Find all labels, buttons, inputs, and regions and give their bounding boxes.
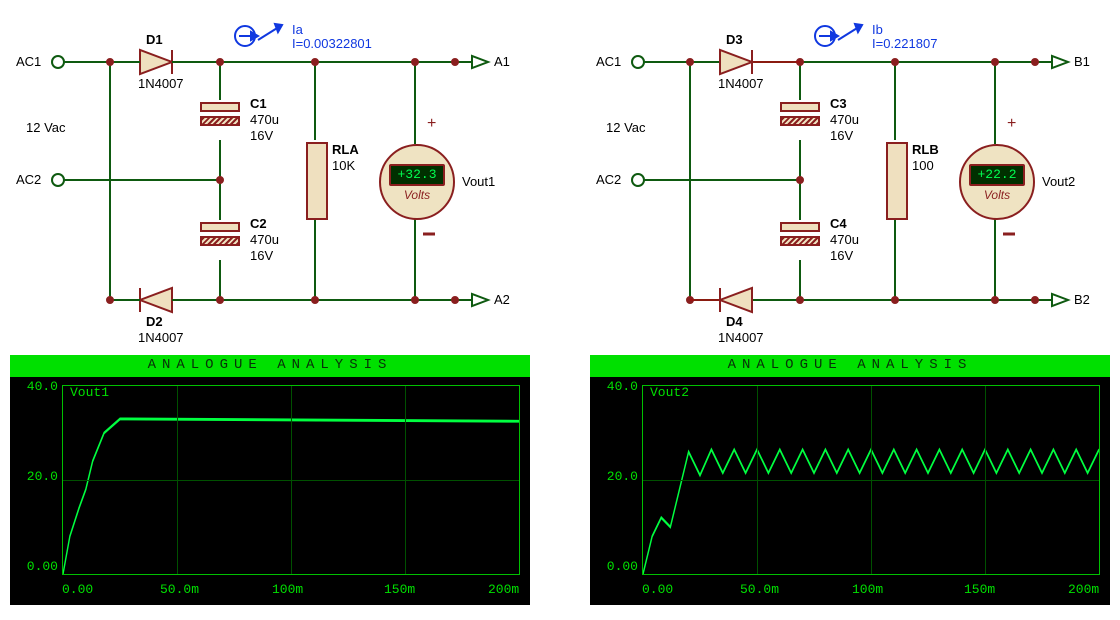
cap-c3 — [780, 102, 820, 126]
c1-val: 470u — [250, 112, 279, 127]
rlb-val: 100 — [912, 158, 934, 173]
voltmeter-b-unit: Volts — [961, 188, 1033, 202]
graph-vout2: ANALOGUE ANALYSIS Vout2 40.0 20.0 0.00 0… — [590, 355, 1110, 605]
graph-a-x2: 100m — [272, 582, 303, 597]
d3-ref: D3 — [726, 32, 743, 47]
graph-b-y0: 40.0 — [592, 379, 638, 394]
c2-val: 470u — [250, 232, 279, 247]
graph-vout1: ANALOGUE ANALYSIS Vout1 40.0 20.0 0.00 0… — [10, 355, 530, 605]
cap-c2 — [200, 222, 240, 246]
current-probe-icon — [235, 24, 282, 46]
d1-part: 1N4007 — [138, 76, 184, 91]
c2-ref: C2 — [250, 216, 267, 231]
graph-b-x1: 50.0m — [740, 582, 779, 597]
graph-b-y2: 0.00 — [592, 559, 638, 574]
voltmeter-a-unit: Volts — [381, 188, 453, 202]
graph-a-trace-label: Vout1 — [70, 385, 109, 400]
port-a2: A2 — [494, 292, 510, 307]
res-rla — [306, 142, 328, 220]
port-ac1-a: AC1 — [16, 54, 41, 69]
graph-a-plot — [62, 385, 520, 575]
port-b2: B2 — [1074, 292, 1090, 307]
diode-d1 — [125, 50, 190, 74]
c3-ref: C3 — [830, 96, 847, 111]
d1-ref: D1 — [146, 32, 163, 47]
res-rlb — [886, 142, 908, 220]
port-ac2-b: AC2 — [596, 172, 621, 187]
vsource-b: 12 Vac — [606, 120, 646, 135]
graph-b-x2: 100m — [852, 582, 883, 597]
port-a1: A1 — [494, 54, 510, 69]
graph-b-x4: 200m — [1068, 582, 1099, 597]
port-ac1-b: AC1 — [596, 54, 621, 69]
graph-b-title: ANALOGUE ANALYSIS — [590, 357, 1110, 373]
voltmeter-a: +32.3 Volts — [379, 144, 455, 220]
graph-b-x0: 0.00 — [642, 582, 673, 597]
diode-d2 — [125, 288, 190, 312]
graph-b-plot — [642, 385, 1100, 575]
voltmeter-b-value: +22.2 — [969, 164, 1025, 186]
graph-a-y0: 40.0 — [12, 379, 58, 394]
cap-c4 — [780, 222, 820, 246]
graph-b-y1: 20.0 — [592, 469, 638, 484]
vout2-label: Vout2 — [1042, 174, 1075, 189]
schematic-b: + +22.2 Volts AC1 AC2 B1 B2 12 Vac D3 1N… — [590, 10, 1110, 340]
graph-b-trace-label: Vout2 — [650, 385, 689, 400]
graph-a-title: ANALOGUE ANALYSIS — [10, 357, 530, 373]
graph-a-x0: 0.00 — [62, 582, 93, 597]
probe-b-name: Ib — [872, 22, 883, 37]
svg-text:+: + — [1007, 115, 1016, 132]
probe-a-val: I=0.00322801 — [292, 36, 372, 51]
voltmeter-a-value: +32.3 — [389, 164, 445, 186]
rlb-ref: RLB — [912, 142, 939, 157]
diode-d3 — [720, 50, 752, 74]
graph-a-y1: 20.0 — [12, 469, 58, 484]
port-ac2-a: AC2 — [16, 172, 41, 187]
schematic-a: + +32.3 Volts AC1 AC2 A1 A2 12 Vac D1 1N… — [10, 10, 530, 340]
rla-val: 10K — [332, 158, 355, 173]
port-b1: B1 — [1074, 54, 1090, 69]
probe-b-val: I=0.221807 — [872, 36, 937, 51]
c4-val: 470u — [830, 232, 859, 247]
vsource-a: 12 Vac — [26, 120, 66, 135]
graph-a-x3: 150m — [384, 582, 415, 597]
d3-part: 1N4007 — [718, 76, 764, 91]
d4-ref: D4 — [726, 314, 743, 329]
current-probe-icon — [815, 24, 862, 46]
svg-text:+: + — [427, 115, 436, 132]
graph-a-y2: 0.00 — [12, 559, 58, 574]
c3-val: 470u — [830, 112, 859, 127]
d4-part: 1N4007 — [718, 330, 764, 345]
graph-b-x3: 150m — [964, 582, 995, 597]
c2-rat: 16V — [250, 248, 273, 263]
rla-ref: RLA — [332, 142, 359, 157]
c4-rat: 16V — [830, 248, 853, 263]
d2-part: 1N4007 — [138, 330, 184, 345]
c1-rat: 16V — [250, 128, 273, 143]
stage: + +32.3 Volts AC1 AC2 A1 A2 12 Vac D1 1N… — [0, 0, 1120, 620]
vout1-label: Vout1 — [462, 174, 495, 189]
c4-ref: C4 — [830, 216, 847, 231]
cap-c1 — [200, 102, 240, 126]
graph-a-x1: 50.0m — [160, 582, 199, 597]
graph-a-x4: 200m — [488, 582, 519, 597]
voltmeter-b: +22.2 Volts — [959, 144, 1035, 220]
c3-rat: 16V — [830, 128, 853, 143]
d2-ref: D2 — [146, 314, 163, 329]
probe-a-name: Ia — [292, 22, 303, 37]
c1-ref: C1 — [250, 96, 267, 111]
diode-d4 — [720, 288, 752, 312]
